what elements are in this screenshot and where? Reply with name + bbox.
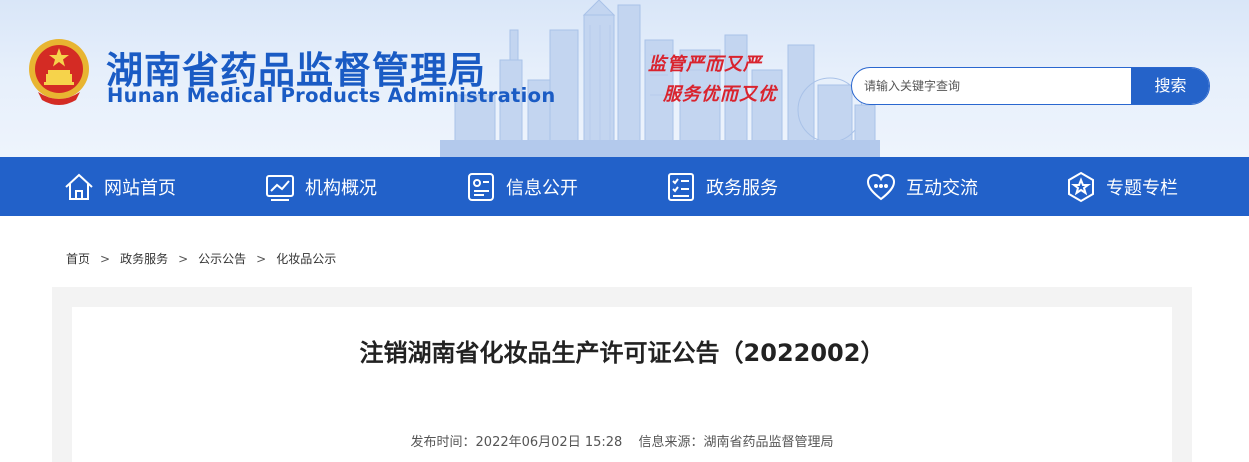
article-card: 注销湖南省化妆品生产许可证公告（2022002） 发布时间：2022年06月02… xyxy=(72,307,1172,462)
main-nav: 网站首页 机构概况 信息公开 政务服务 互动交流 专题专栏 xyxy=(0,157,1249,216)
chart-icon xyxy=(263,170,297,204)
breadcrumb-separator: > xyxy=(256,252,267,266)
nav-item-topics[interactable]: 专题专栏 xyxy=(1064,157,1178,216)
checklist-icon xyxy=(664,170,698,204)
star-badge-icon xyxy=(1064,170,1098,204)
breadcrumb-home[interactable]: 首页 xyxy=(66,250,90,267)
breadcrumb-separator: > xyxy=(100,252,111,266)
nav-item-services[interactable]: 政务服务 xyxy=(664,157,778,216)
nav-item-label: 互动交流 xyxy=(906,177,978,199)
search-box: 搜索 xyxy=(851,67,1210,105)
slogan-line-2: 服务优而又优 xyxy=(663,84,777,105)
id-card-icon xyxy=(464,170,498,204)
site-header: 湖南省药品监督管理局 Hunan Medical Products Admini… xyxy=(0,0,1249,157)
publish-time: 发布时间：2022年06月02日 15:28 xyxy=(410,435,623,450)
nav-item-disclosure[interactable]: 信息公开 xyxy=(464,157,578,216)
search-input[interactable] xyxy=(852,68,1131,104)
nav-item-organization[interactable]: 机构概况 xyxy=(263,157,377,216)
slogan-line-1: 监管严而又严 xyxy=(648,54,762,75)
breadcrumb-separator: > xyxy=(178,252,189,266)
nav-item-label: 政务服务 xyxy=(706,177,778,199)
breadcrumb-announcements[interactable]: 公示公告 xyxy=(198,250,246,267)
home-icon xyxy=(62,170,96,204)
article-title: 注销湖南省化妆品生产许可证公告（2022002） xyxy=(359,339,885,367)
search-button[interactable]: 搜索 xyxy=(1131,68,1209,104)
nav-item-home[interactable]: 网站首页 xyxy=(62,157,176,216)
breadcrumb-cosmetics[interactable]: 化妆品公示 xyxy=(276,250,336,267)
nav-item-label: 机构概况 xyxy=(305,177,377,199)
site-title-english: Hunan Medical Products Administration xyxy=(107,84,556,107)
national-emblem-icon xyxy=(29,39,89,105)
nav-item-label: 专题专栏 xyxy=(1106,177,1178,199)
article-meta: 发布时间：2022年06月02日 15:28 信息来源：湖南省药品监督管理局 xyxy=(72,431,1172,450)
nav-item-label: 网站首页 xyxy=(104,177,176,199)
heart-chat-icon xyxy=(864,170,898,204)
info-source: 信息来源：湖南省药品监督管理局 xyxy=(638,435,834,450)
breadcrumb: 首页 > 政务服务 > 公示公告 > 化妆品公示 xyxy=(66,250,336,267)
nav-item-interaction[interactable]: 互动交流 xyxy=(864,157,978,216)
breadcrumb-services[interactable]: 政务服务 xyxy=(120,250,168,267)
nav-item-label: 信息公开 xyxy=(506,177,578,199)
